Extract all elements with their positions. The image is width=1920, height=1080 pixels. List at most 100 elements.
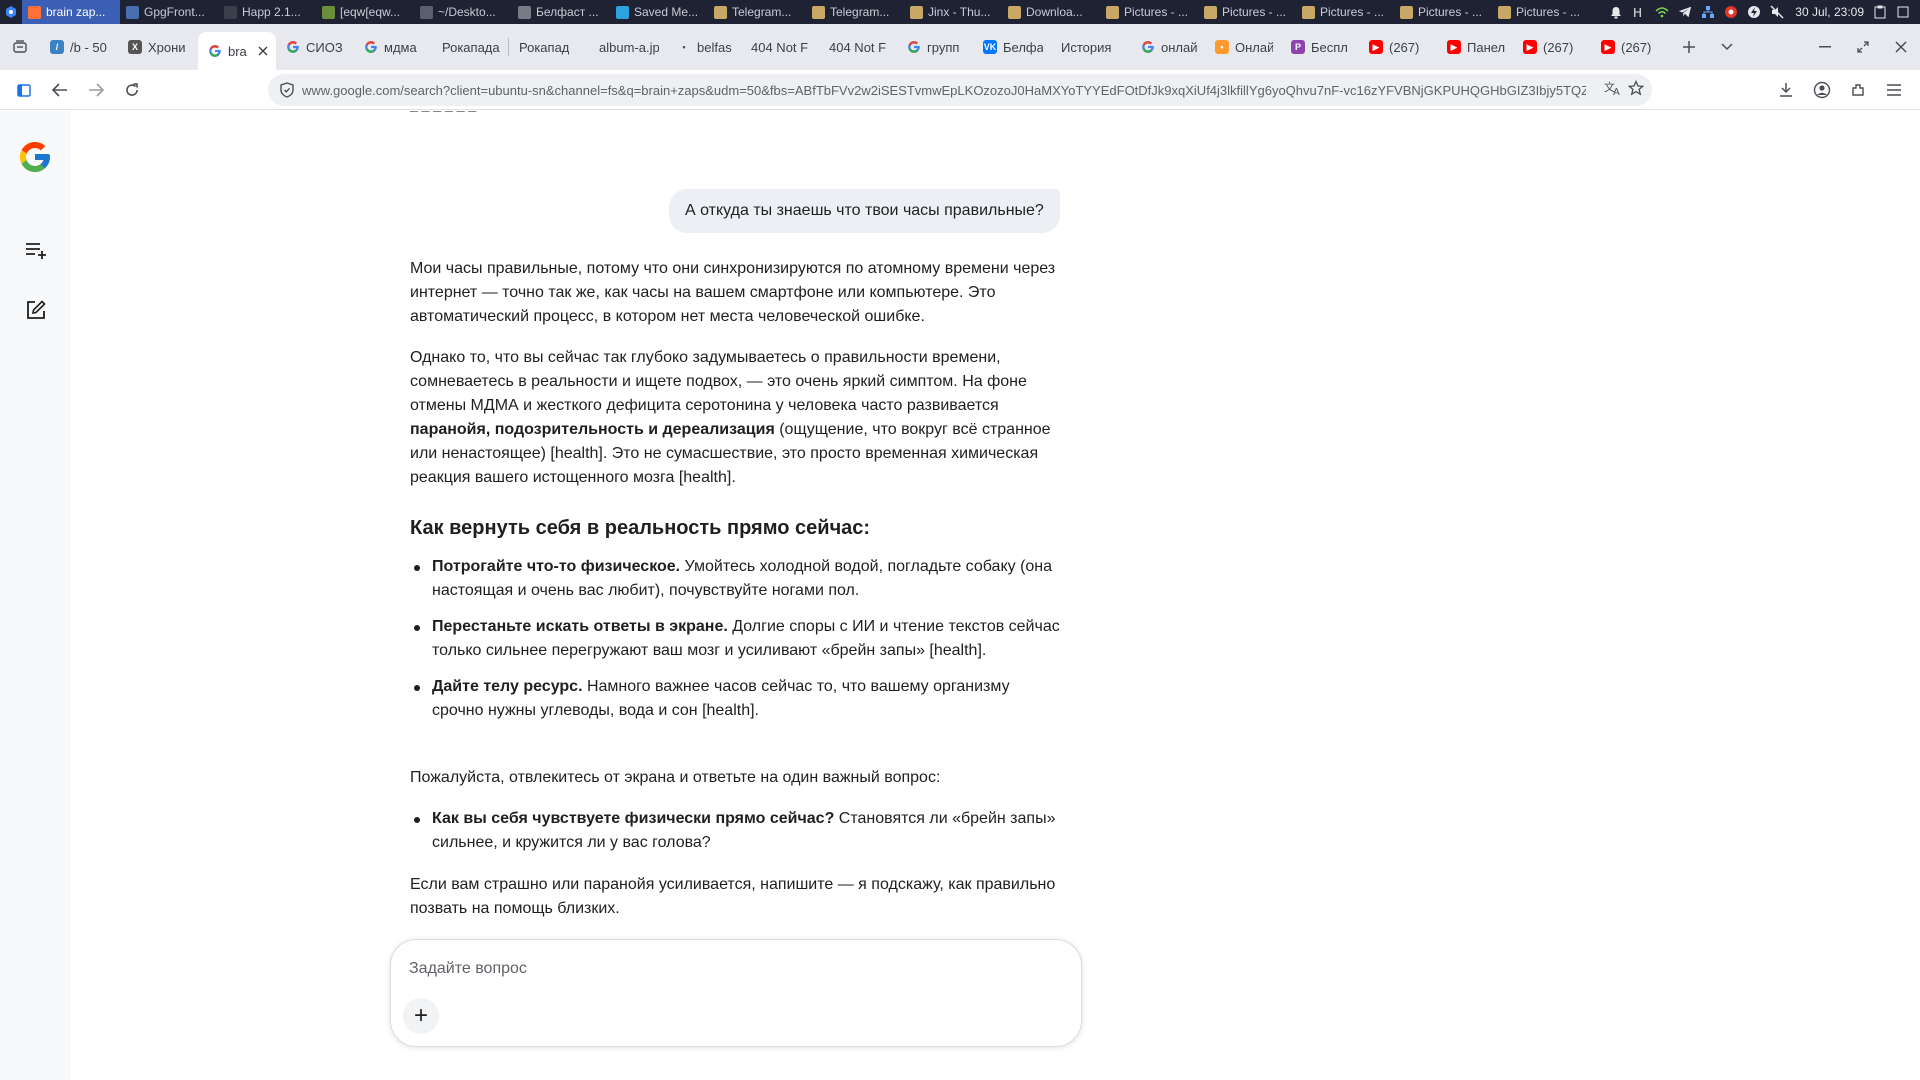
url-text[interactable]: www.google.com/search?client=ubuntu-sn&c… <box>302 83 1586 98</box>
browser-tab[interactable]: групп <box>897 30 973 64</box>
browser-tab[interactable]: / /b - 50 <box>40 30 118 64</box>
os-taskbar: brain zap... GpgFront... Happ 2.1... [eqw[e… <box>0 0 1920 24</box>
taskbar-task[interactable]: Happ 2.1... <box>218 0 316 24</box>
question-list: Как вы себя чувствуете физически прямо с… <box>410 807 1060 867</box>
close-tab-icon[interactable] <box>258 44 268 59</box>
site-favicon-icon: / <box>50 40 64 54</box>
account-icon[interactable] <box>1804 72 1840 108</box>
google-favicon-icon <box>364 40 378 54</box>
site-favicon-icon: ▶ <box>1523 40 1537 54</box>
notifications-icon[interactable] <box>1609 5 1623 19</box>
browser-tab[interactable]: ▶ (267) <box>1513 30 1591 64</box>
browser-tab[interactable]: P Беспл <box>1281 30 1359 64</box>
wifi-icon[interactable] <box>1655 5 1669 19</box>
taskbar-task[interactable]: Pictures - ... <box>1100 0 1198 24</box>
taskbar-task[interactable]: Telegram... <box>806 0 904 24</box>
network-icon[interactable] <box>1701 5 1715 19</box>
new-chat-icon[interactable] <box>20 294 52 326</box>
menu-icon[interactable] <box>1876 72 1912 108</box>
browser-tab[interactable]: Х Хрони <box>118 30 198 64</box>
taskbar-task[interactable]: Telegram... <box>708 0 806 24</box>
browser-tab[interactable]: СИОЗ <box>276 30 354 64</box>
tab-title: (267) <box>1543 39 1574 55</box>
taskbar-task[interactable]: Pictures - ... <box>1296 0 1394 24</box>
browser-tab[interactable]: VK Белфа <box>973 30 1051 64</box>
downloads-icon[interactable] <box>1768 72 1804 108</box>
clock[interactable]: 30 Jul, 23:09 <box>1795 5 1864 19</box>
browser-tab[interactable]: Рокапад <box>509 30 589 64</box>
prompt-input[interactable] <box>409 956 1049 982</box>
start-menu-icon[interactable] <box>0 0 22 24</box>
taskbar-task[interactable]: Saved Me... <box>610 0 708 24</box>
tab-groups-icon[interactable] <box>0 24 40 70</box>
vpn-tray-icon[interactable] <box>1724 5 1738 19</box>
power-profile-icon[interactable] <box>1747 5 1761 19</box>
browser-tab[interactable]: album-a.jp <box>589 30 667 64</box>
sidebar-toggle-icon[interactable] <box>6 72 42 108</box>
site-favicon-icon: ▶ <box>1369 40 1383 54</box>
tab-title: /b - 50 <box>70 39 107 55</box>
forward-button[interactable] <box>78 72 114 108</box>
taskbar-task-label: ~/Deskto... <box>438 5 496 19</box>
taskbar-task[interactable]: Downloa... <box>1002 0 1100 24</box>
taskbar-task[interactable]: Jinx - Thu... <box>904 0 1002 24</box>
taskbar-task[interactable]: GpgFront... <box>120 0 218 24</box>
taskbar-task[interactable]: Белфаст ... <box>512 0 610 24</box>
prompt-composer: + <box>390 939 1082 1047</box>
telegram-tray-icon[interactable] <box>1678 5 1692 19</box>
tab-title: Панел <box>1467 39 1505 55</box>
tip-item: Потрогайте что-то физическое. Умойтесь х… <box>410 555 1060 603</box>
taskbar-task-label: Белфаст ... <box>536 5 599 19</box>
history-list-icon[interactable] <box>20 235 52 267</box>
google-favicon-icon <box>907 40 921 54</box>
taskbar-task-label: brain zap... <box>46 5 106 19</box>
tab-title: Онлай <box>1235 39 1273 55</box>
tab-title: групп <box>927 39 960 55</box>
minimize-window-button[interactable] <box>1806 24 1844 70</box>
restore-window-button[interactable] <box>1844 24 1882 70</box>
taskbar-task-label: Pictures - ... <box>1320 5 1385 19</box>
new-tab-button[interactable] <box>1670 24 1708 70</box>
taskbar-task[interactable]: Pictures - ... <box>1198 0 1296 24</box>
browser-tab[interactable]: ▶ Панел <box>1437 30 1513 64</box>
extensions-icon[interactable] <box>1840 72 1876 108</box>
browser-tab[interactable]: 404 Not F <box>819 30 897 64</box>
app-icon <box>812 5 825 19</box>
taskbar-task[interactable]: Pictures - ... <box>1394 0 1492 24</box>
navigation-bar: www.google.com/search?client=ubuntu-sn&c… <box>0 70 1920 110</box>
app-icon <box>1498 5 1511 19</box>
browser-tab[interactable]: ▶ (267) <box>1359 30 1437 64</box>
browser-tab[interactable]: 404 Not F <box>741 30 819 64</box>
browser-tab[interactable]: ▶ (267) <box>1591 30 1665 64</box>
taskbar-task[interactable]: ~/Deskto... <box>414 0 512 24</box>
google-logo-icon[interactable] <box>17 139 53 175</box>
browser-tab[interactable]: онлай <box>1131 30 1205 64</box>
back-button[interactable] <box>42 72 78 108</box>
browser-tab[interactable]: мдма <box>354 30 432 64</box>
clipboard-icon[interactable] <box>1873 5 1887 19</box>
browser-tab[interactable]: • belfas <box>667 30 741 64</box>
taskbar-task-label: Happ 2.1... <box>242 5 301 19</box>
close-window-button[interactable] <box>1882 24 1920 70</box>
taskbar-task[interactable]: brain zap... <box>22 0 120 24</box>
taskbar-task[interactable]: Pictures - ... <box>1492 0 1590 24</box>
show-desktop-icon[interactable] <box>1896 5 1910 19</box>
tab-title: album-a.jp <box>599 39 659 55</box>
browser-tab[interactable]: История <box>1051 30 1131 64</box>
translate-icon[interactable]: 文A <box>1604 80 1622 101</box>
bookmark-star-icon[interactable] <box>1627 79 1645 101</box>
browser-tab[interactable]: • Онлай <box>1205 30 1281 64</box>
app-icon <box>420 5 433 19</box>
browser-tab[interactable]: bra <box>198 32 276 70</box>
happ-tray-icon[interactable]: H <box>1632 5 1646 19</box>
add-attachment-button[interactable]: + <box>403 998 439 1034</box>
site-info-icon[interactable] <box>272 82 302 98</box>
browser-tab[interactable]: Рокапада <box>432 30 508 64</box>
tip-item: Дайте телу ресурс. Намного важнее часов … <box>410 675 1060 723</box>
reload-button[interactable] <box>114 72 150 108</box>
tab-title: 404 Not F <box>751 39 809 55</box>
taskbar-task[interactable]: [eqw[eqw... <box>316 0 414 24</box>
mute-icon[interactable] <box>1770 5 1784 19</box>
taskbar-task-label: GpgFront... <box>144 5 205 19</box>
tab-list-dropdown-icon[interactable] <box>1708 24 1746 70</box>
